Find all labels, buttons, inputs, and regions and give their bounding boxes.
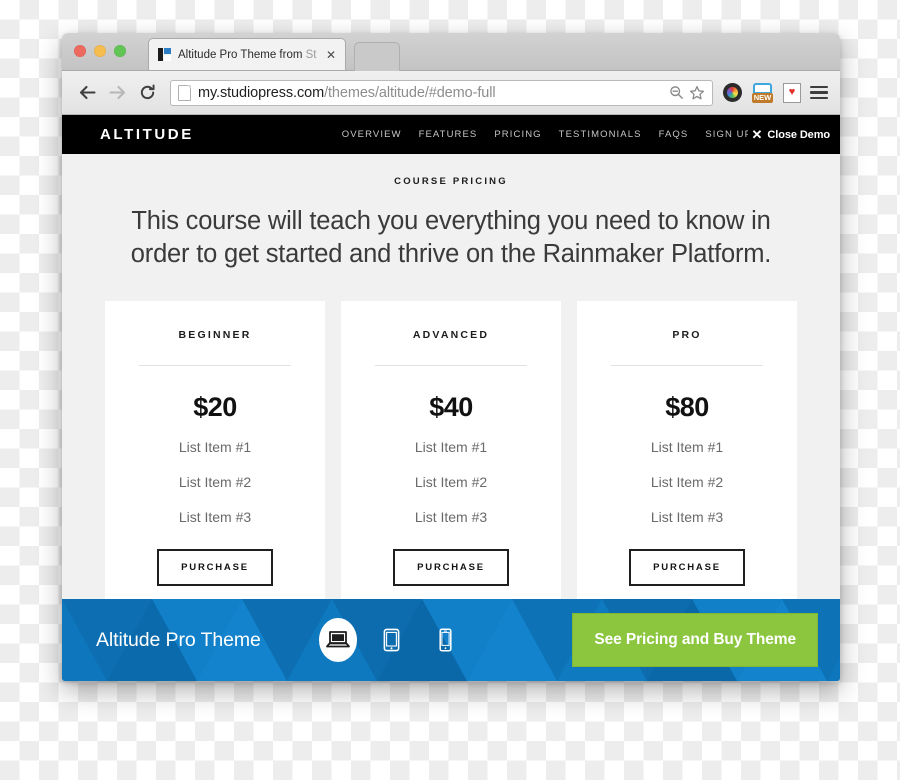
pricing-hero: COURSE PRICING This course will teach yo… — [62, 154, 840, 270]
nav-item-pricing[interactable]: PRICING — [494, 129, 541, 140]
page-info-icon — [178, 84, 191, 101]
list-item: List Item #1 — [178, 439, 252, 456]
site-navigation-bar: ALTITUDE OVERVIEW FEATURES PRICING TESTI… — [62, 115, 840, 154]
plan-feature-list: List Item #1 List Item #2 List Item #3 — [363, 440, 539, 524]
plan-feature-list: List Item #1 List Item #2 List Item #3 — [127, 440, 303, 524]
purchase-button[interactable]: PURCHASE — [393, 549, 509, 587]
list-item: List Item #3 — [178, 509, 252, 526]
zoom-out-icon[interactable] — [669, 85, 684, 100]
pricing-cards-row: BEGINNER $20 List Item #1 List Item #2 L… — [62, 270, 840, 611]
address-bar[interactable]: my.studiopress.com/themes/altitude/#demo… — [170, 79, 713, 106]
divider — [375, 365, 527, 367]
list-item: List Item #1 — [650, 439, 724, 456]
heart-extension-icon[interactable]: ♥ — [783, 82, 801, 103]
window-traffic-lights — [74, 45, 126, 57]
minimize-window-button[interactable] — [94, 45, 106, 57]
extension-icons: NEW ♥ — [721, 82, 828, 103]
demo-theme-name: Altitude Pro Theme — [96, 628, 261, 651]
plan-name: PRO — [672, 329, 702, 342]
list-item: List Item #2 — [178, 474, 252, 491]
theme-demo-bar: Altitude Pro Theme See Pricing and Buy T… — [62, 599, 840, 681]
plan-price: $40 — [429, 392, 473, 423]
nav-item-faqs[interactable]: FAQS — [659, 129, 689, 140]
pricing-card-advanced: ADVANCED $40 List Item #1 List Item #2 L… — [341, 301, 561, 611]
mobile-view-icon[interactable] — [429, 621, 463, 659]
url-text: my.studiopress.com/themes/altitude/#demo… — [198, 84, 496, 101]
close-demo-button[interactable]: ✕ Close Demo — [747, 115, 830, 154]
page-viewport: ALTITUDE OVERVIEW FEATURES PRICING TESTI… — [62, 115, 840, 681]
nav-item-overview[interactable]: OVERVIEW — [342, 129, 402, 140]
plan-price: $20 — [193, 392, 237, 423]
color-lens-extension-icon[interactable] — [723, 83, 742, 102]
chrome-menu-icon[interactable] — [810, 85, 828, 100]
browser-toolbar: my.studiopress.com/themes/altitude/#demo… — [62, 71, 840, 115]
back-button[interactable] — [74, 80, 100, 106]
divider — [139, 365, 291, 367]
browser-tab-active[interactable]: Altitude Pro Theme from St ✕ — [148, 38, 346, 70]
page-title: This course will teach you everything yo… — [130, 207, 772, 268]
site-logo[interactable]: ALTITUDE — [100, 126, 194, 143]
tablet-view-icon[interactable] — [375, 621, 409, 659]
list-item: List Item #3 — [650, 509, 724, 526]
nav-item-features[interactable]: FEATURES — [419, 129, 478, 140]
pricing-card-pro: PRO $80 List Item #1 List Item #2 List I… — [577, 301, 797, 611]
nav-item-testimonials[interactable]: TESTIMONIALS — [559, 129, 642, 140]
maximize-window-button[interactable] — [114, 45, 126, 57]
new-badge-label: NEW — [752, 93, 773, 103]
plan-price: $80 — [665, 392, 709, 423]
tab-close-icon[interactable]: ✕ — [323, 49, 339, 61]
studiopress-favicon — [158, 48, 171, 61]
list-item: List Item #2 — [414, 474, 488, 491]
desktop-view-icon[interactable] — [321, 621, 355, 659]
list-item: List Item #1 — [414, 439, 488, 456]
close-window-button[interactable] — [74, 45, 86, 57]
new-badge-extension-icon[interactable]: NEW — [751, 82, 774, 103]
section-eyebrow: COURSE PRICING — [394, 176, 508, 187]
close-icon: ✕ — [751, 127, 763, 142]
reload-button[interactable] — [134, 80, 160, 106]
plan-feature-list: List Item #1 List Item #2 List Item #3 — [599, 440, 775, 524]
purchase-button[interactable]: PURCHASE — [629, 549, 745, 587]
see-pricing-and-buy-theme-button[interactable]: See Pricing and Buy Theme — [572, 613, 818, 667]
pricing-card-beginner: BEGINNER $20 List Item #1 List Item #2 L… — [105, 301, 325, 611]
browser-window: Altitude Pro Theme from St ✕ my.studiopr… — [62, 33, 840, 681]
plan-name: BEGINNER — [178, 329, 252, 342]
forward-button[interactable] — [104, 80, 130, 106]
nav-item-signup[interactable]: SIGN UP — [705, 129, 752, 140]
new-tab-button[interactable] — [354, 42, 400, 71]
purchase-button[interactable]: PURCHASE — [157, 549, 273, 587]
star-icon[interactable] — [689, 85, 705, 101]
list-item: List Item #3 — [414, 509, 488, 526]
list-item: List Item #2 — [650, 474, 724, 491]
close-demo-label: Close Demo — [767, 128, 830, 141]
browser-tab-title: Altitude Pro Theme from St — [178, 48, 317, 61]
browser-tab-strip: Altitude Pro Theme from St ✕ — [62, 33, 840, 71]
plan-name: ADVANCED — [412, 329, 490, 342]
device-preview-switcher — [321, 621, 463, 659]
divider — [611, 365, 763, 367]
